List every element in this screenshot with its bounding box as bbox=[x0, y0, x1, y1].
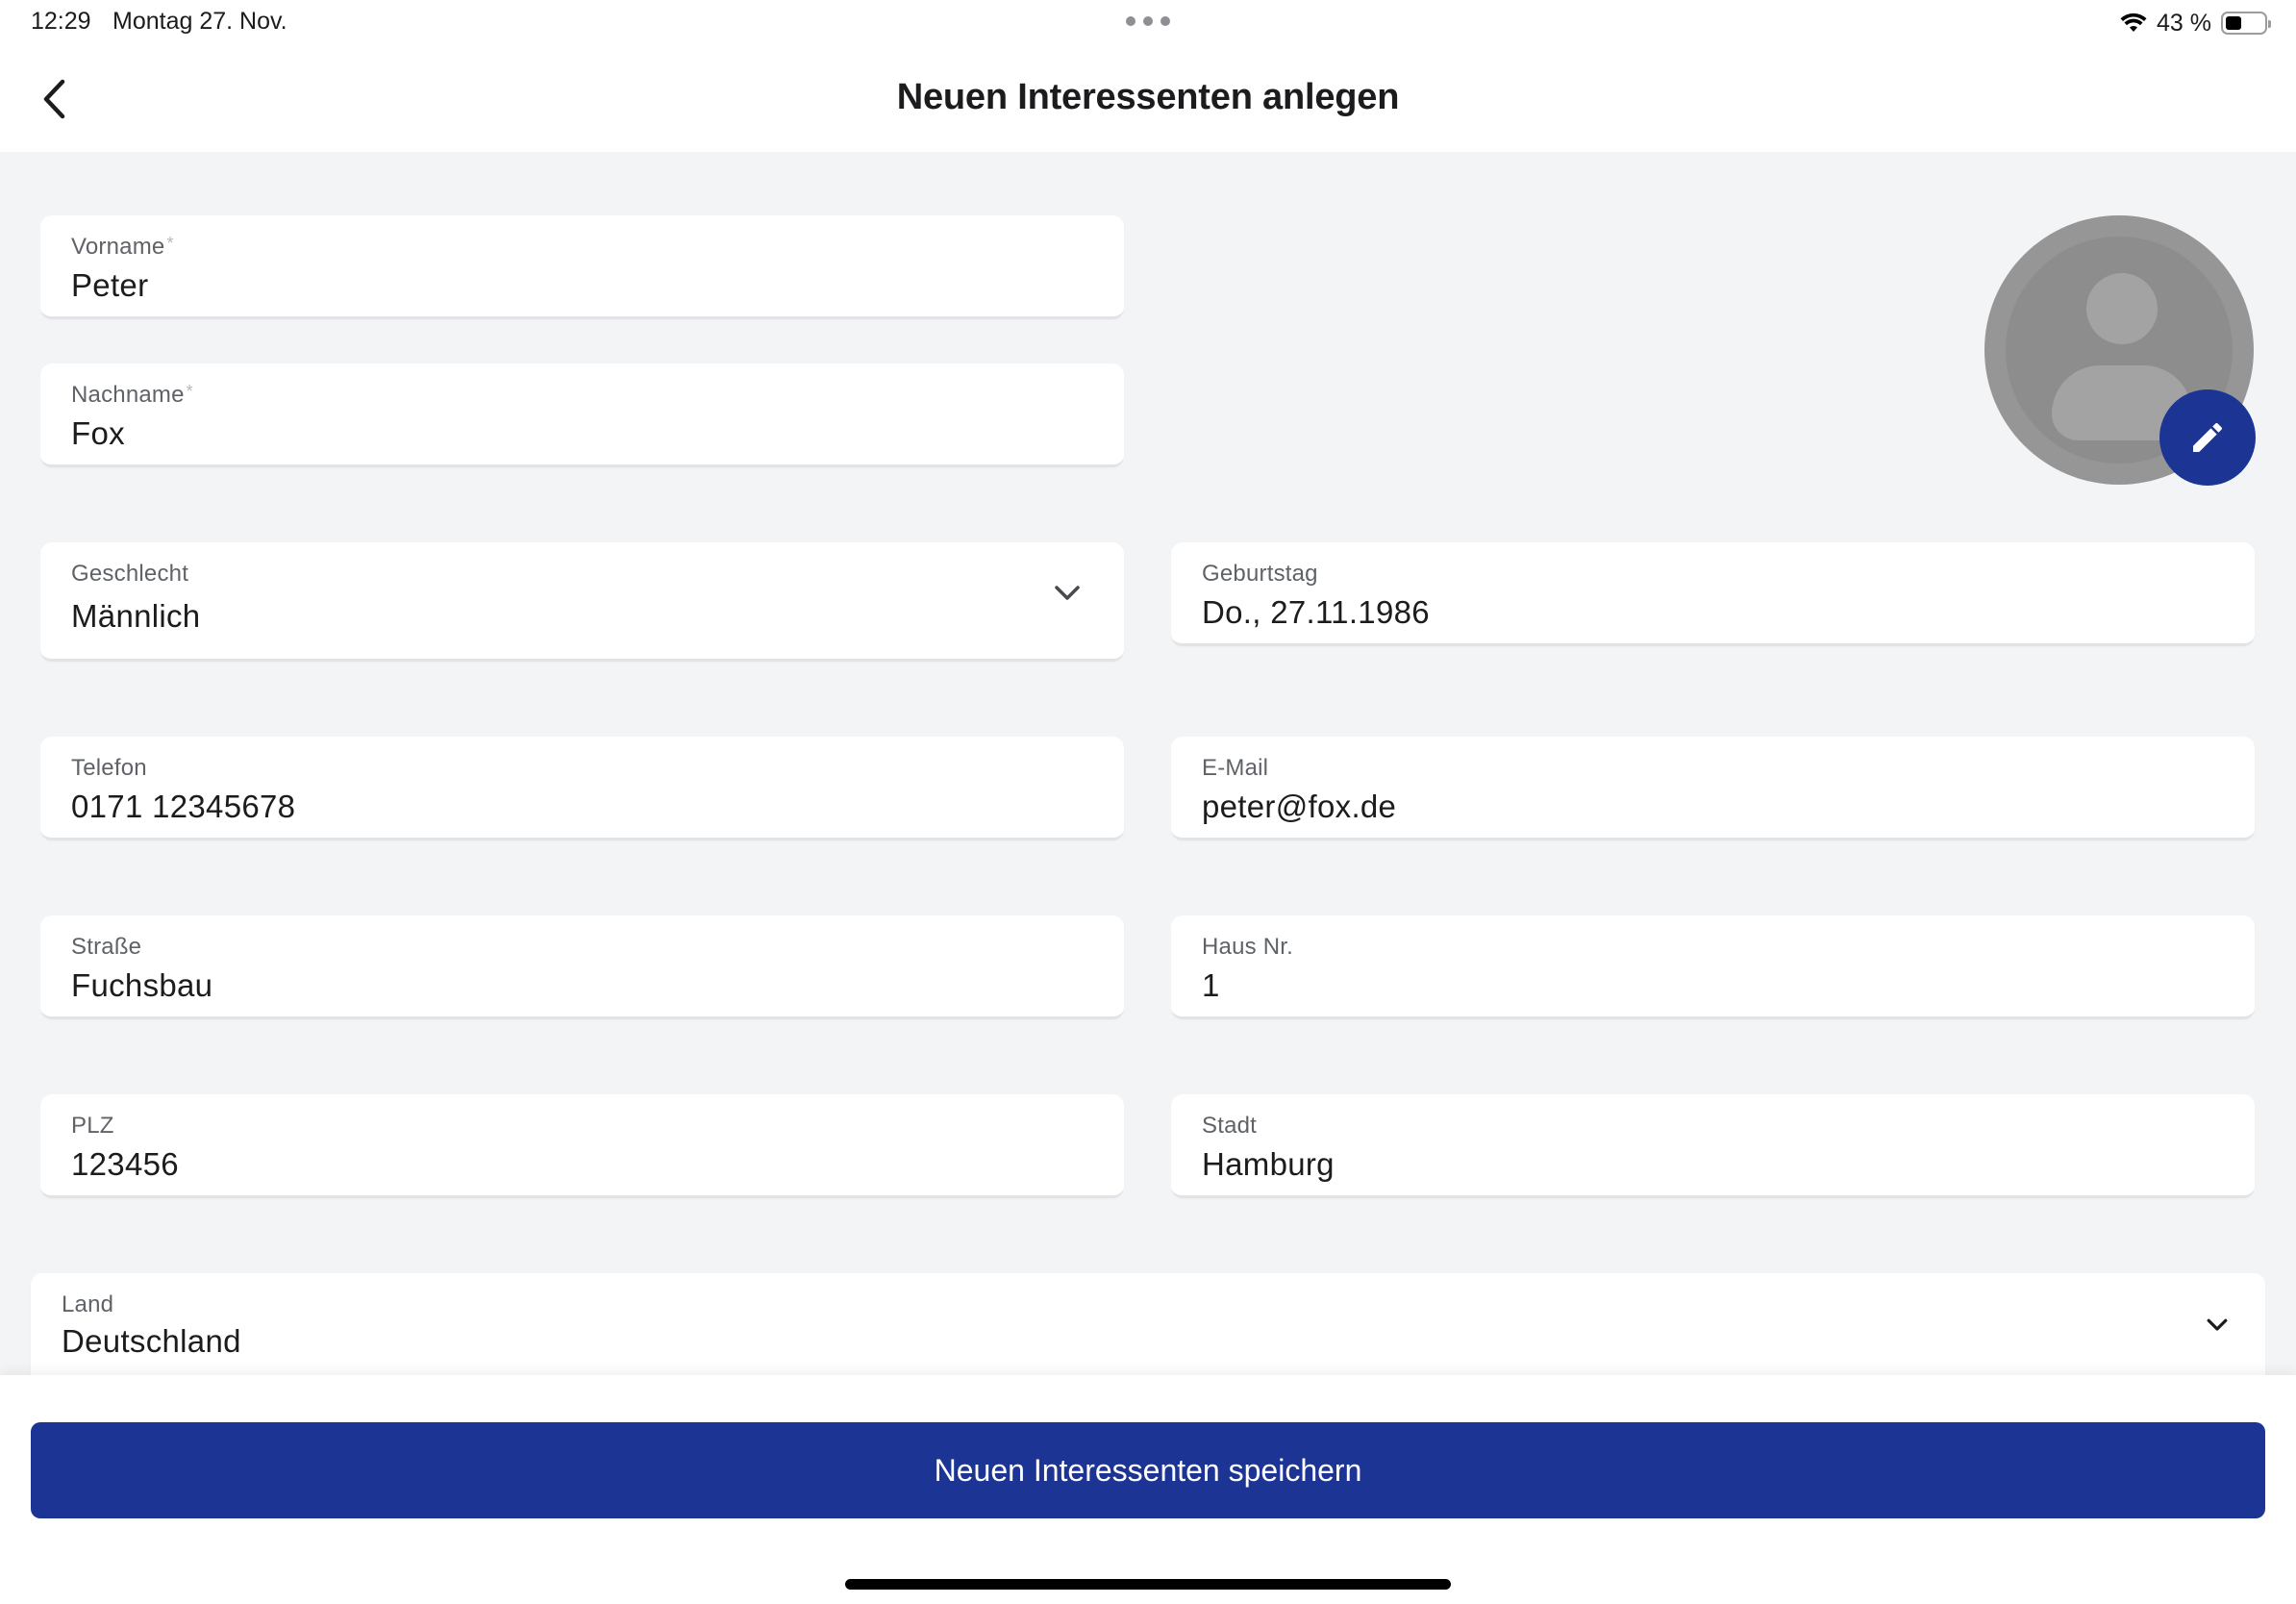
country-value: Deutschland bbox=[62, 1323, 241, 1359]
last-name-value: Fox bbox=[71, 415, 125, 451]
house-number-label: Haus Nr. bbox=[1202, 934, 1293, 960]
status-date: Montag 27. Nov. bbox=[112, 8, 287, 35]
email-label: E-Mail bbox=[1202, 755, 1269, 781]
first-name-field[interactable]: Vorname * Peter bbox=[40, 215, 1124, 319]
postal-code-value: 123456 bbox=[71, 1146, 179, 1182]
wifi-icon bbox=[2120, 13, 2147, 32]
page-title: Neuen Interessenten anlegen bbox=[896, 77, 1400, 117]
first-name-label: Vorname * bbox=[71, 234, 174, 260]
battery-icon bbox=[2221, 12, 2271, 35]
phone-value: 0171 12345678 bbox=[71, 789, 296, 824]
navigation-bar: Neuen Interessenten anlegen bbox=[0, 48, 2296, 152]
chevron-down-icon bbox=[1055, 586, 1080, 600]
gender-label: Geschlecht bbox=[71, 561, 189, 587]
pencil-icon bbox=[2193, 422, 2223, 452]
first-name-value: Peter bbox=[71, 267, 149, 303]
postal-code-label: PLZ bbox=[71, 1113, 114, 1139]
street-label: Straße bbox=[71, 934, 142, 960]
status-indicators: 43 % bbox=[2120, 6, 2271, 40]
birthday-value: Do., 27.11.1986 bbox=[1202, 594, 1430, 630]
home-indicator[interactable] bbox=[845, 1579, 1451, 1590]
city-value: Hamburg bbox=[1202, 1146, 1335, 1182]
street-value: Fuchsbau bbox=[71, 967, 213, 1003]
last-name-label: Nachname * bbox=[71, 382, 193, 408]
house-number-field[interactable]: Haus Nr. 1 bbox=[1171, 915, 2255, 1019]
save-prospect-button[interactable]: Neuen Interessenten speichern bbox=[31, 1422, 2265, 1518]
postal-code-field[interactable]: PLZ 123456 bbox=[40, 1094, 1124, 1198]
gender-select[interactable]: Geschlecht Männlich bbox=[40, 542, 1124, 662]
gender-value: Männlich bbox=[71, 598, 201, 634]
last-name-field[interactable]: Nachname * Fox bbox=[40, 363, 1124, 467]
multitasking-dots-icon[interactable] bbox=[1126, 16, 1170, 28]
edit-avatar-button[interactable] bbox=[2159, 389, 2256, 486]
phone-label: Telefon bbox=[71, 755, 147, 781]
birthday-field[interactable]: Geburtstag Do., 27.11.1986 bbox=[1171, 542, 2255, 646]
status-time: 12:29 bbox=[31, 8, 91, 35]
email-field[interactable]: E-Mail peter@fox.de bbox=[1171, 737, 2255, 840]
city-field[interactable]: Stadt Hamburg bbox=[1171, 1094, 2255, 1198]
status-bar: 12:29 Montag 27. Nov. 43 % bbox=[0, 0, 2296, 48]
house-number-value: 1 bbox=[1202, 967, 1220, 1003]
city-label: Stadt bbox=[1202, 1113, 1258, 1139]
email-value: peter@fox.de bbox=[1202, 789, 1397, 824]
phone-field[interactable]: Telefon 0171 12345678 bbox=[40, 737, 1124, 840]
country-select[interactable]: Land Deutschland bbox=[31, 1273, 2265, 1389]
battery-percent: 43 % bbox=[2157, 9, 2211, 37]
chevron-down-icon bbox=[2207, 1318, 2228, 1331]
country-label: Land bbox=[62, 1291, 114, 1317]
birthday-label: Geburtstag bbox=[1202, 561, 1318, 587]
street-field[interactable]: Straße Fuchsbau bbox=[40, 915, 1124, 1019]
